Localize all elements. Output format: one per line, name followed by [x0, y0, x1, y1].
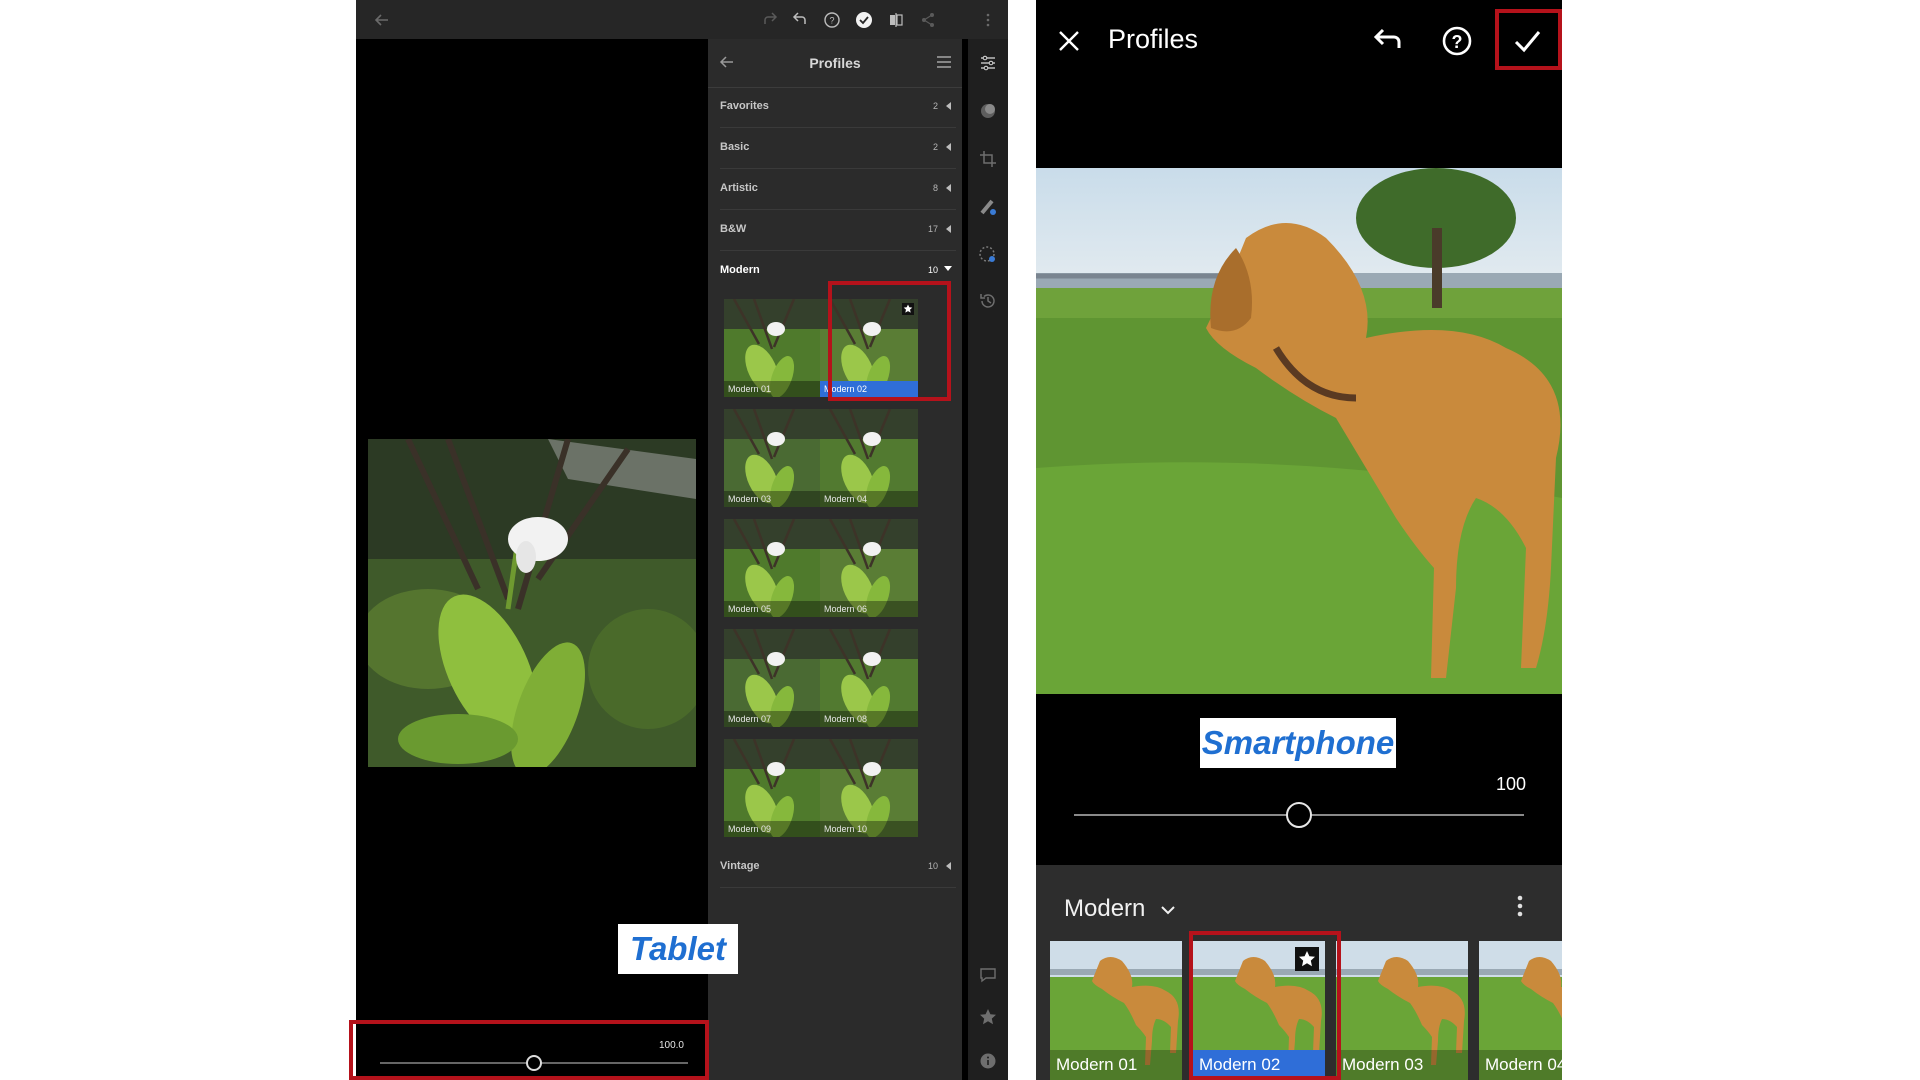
- category-count: 10: [927, 861, 938, 871]
- sliders-icon[interactable]: [978, 53, 998, 73]
- crop-icon[interactable]: [978, 149, 998, 169]
- panel-title: Profiles: [809, 55, 861, 71]
- profile-thumbnail[interactable]: Modern 08: [820, 629, 918, 727]
- share-icon[interactable]: [918, 10, 938, 30]
- profile-thumbnail-label: Modern 01: [1050, 1050, 1182, 1080]
- caret-left-icon: [946, 184, 952, 192]
- close-icon[interactable]: [1056, 28, 1082, 54]
- category-count: 17: [927, 224, 938, 234]
- undo-icon[interactable]: [790, 10, 810, 30]
- category-favorites[interactable]: Favorites 2: [720, 87, 956, 128]
- highlight-selected-profile: [828, 281, 951, 401]
- profile-thumbnail-label: Modern 04: [820, 491, 918, 507]
- category-label: Basic: [720, 141, 750, 153]
- top-toolbar: ?: [356, 0, 1008, 39]
- menu-icon[interactable]: [936, 55, 952, 69]
- info-icon[interactable]: [978, 1051, 998, 1071]
- redo-icon[interactable]: [760, 10, 780, 30]
- history-icon[interactable]: [978, 291, 998, 311]
- undo-icon[interactable]: [1370, 24, 1404, 58]
- back-arrow-icon[interactable]: [372, 10, 392, 30]
- profile-thumbnail[interactable]: Modern 07: [724, 629, 822, 727]
- star-icon[interactable]: [978, 1007, 998, 1027]
- help-icon[interactable]: ?: [822, 10, 842, 30]
- profile-thumbnail[interactable]: Modern 01: [724, 299, 822, 397]
- highlight-amount-slider: [349, 1020, 709, 1080]
- caret-left-icon: [946, 225, 952, 233]
- category-vintage[interactable]: Vintage 10: [720, 847, 956, 888]
- category-count: 2: [932, 101, 938, 111]
- caret-down-icon: [944, 266, 952, 274]
- category-count: 2: [932, 142, 938, 152]
- profile-thumbnail-label: Modern 06: [820, 601, 918, 617]
- svg-text:?: ?: [1452, 32, 1463, 52]
- category-artistic[interactable]: Artistic 8: [720, 169, 956, 210]
- profile-thumbnail[interactable]: Modern 10: [820, 739, 918, 837]
- category-count: 8: [932, 183, 938, 193]
- done-check-icon[interactable]: [854, 10, 874, 30]
- comment-icon[interactable]: [978, 965, 998, 985]
- healing-brush-icon[interactable]: [978, 197, 998, 217]
- profile-thumbnail-label: Modern 09: [724, 821, 822, 837]
- profile-thumbnail[interactable]: Modern 04: [1479, 941, 1562, 1080]
- profile-thumbnail[interactable]: Modern 09: [724, 739, 822, 837]
- profile-thumbnail-label: Modern 03: [724, 491, 822, 507]
- amount-slider-thumb[interactable]: [1286, 802, 1312, 828]
- profile-thumbnail[interactable]: Modern 03: [1336, 941, 1468, 1080]
- category-label: Artistic: [720, 182, 758, 194]
- category-bw[interactable]: B&W 17: [720, 210, 956, 251]
- category-basic[interactable]: Basic 2: [720, 128, 956, 169]
- caret-left-icon: [946, 862, 952, 870]
- caret-left-icon: [946, 143, 952, 151]
- profile-thumbnail-label: Modern 05: [724, 601, 822, 617]
- caret-left-icon: [946, 102, 952, 110]
- caption-label: Smartphone: [1200, 718, 1396, 768]
- profile-thumbnail[interactable]: Modern 01: [1050, 941, 1182, 1080]
- profile-thumbnail-label: Modern 08: [820, 711, 918, 727]
- category-label: B&W: [720, 223, 747, 235]
- amount-value: 100: [1495, 774, 1526, 794]
- edit-tools-sidebar: [968, 39, 1008, 1080]
- amount-slider-track[interactable]: [1074, 802, 1524, 828]
- smartphone-screen: Profiles ? Smartphone 100 Modern Modern …: [1036, 0, 1562, 1080]
- profile-thumbnail[interactable]: Modern 04: [820, 409, 918, 507]
- caption-label: Tablet: [618, 924, 738, 974]
- profiles-panel-header: Profiles: [708, 39, 962, 88]
- svg-text:?: ?: [829, 16, 834, 26]
- category-label: Favorites: [720, 100, 769, 112]
- profile-thumbnail-label: Modern 10: [820, 821, 918, 837]
- photo-calla-lily: [368, 439, 696, 767]
- highlight-confirm-button: [1495, 9, 1562, 70]
- profile-thumbnail-label: Modern 03: [1336, 1050, 1468, 1080]
- profile-thumbnail[interactable]: Modern 06: [820, 519, 918, 617]
- presets-icon[interactable]: [978, 101, 998, 121]
- page-title: Profiles: [1108, 24, 1199, 54]
- masking-icon[interactable]: [978, 245, 998, 265]
- help-icon[interactable]: ?: [1440, 24, 1474, 58]
- tablet-screen: ? 100.0 Profiles Favorites 2 Basic 2 Art…: [356, 0, 1008, 1080]
- category-count: 10: [927, 265, 938, 275]
- photo-dog-on-grass: [1036, 168, 1562, 694]
- profiles-panel: Profiles Favorites 2 Basic 2 Artistic 8 …: [708, 39, 962, 1080]
- highlight-selected-profile: [1189, 931, 1341, 1080]
- profile-thumbnail[interactable]: Modern 03: [724, 409, 822, 507]
- profile-thumbnail-label: Modern 04: [1479, 1050, 1562, 1080]
- category-label: Vintage: [720, 860, 760, 872]
- profile-thumbnail[interactable]: Modern 05: [724, 519, 822, 617]
- more-vertical-icon[interactable]: [984, 10, 992, 30]
- profile-thumbnail-label: Modern 01: [724, 381, 822, 397]
- profile-thumbnail-label: Modern 07: [724, 711, 822, 727]
- compare-icon[interactable]: [886, 10, 906, 30]
- category-label: Modern: [720, 264, 760, 276]
